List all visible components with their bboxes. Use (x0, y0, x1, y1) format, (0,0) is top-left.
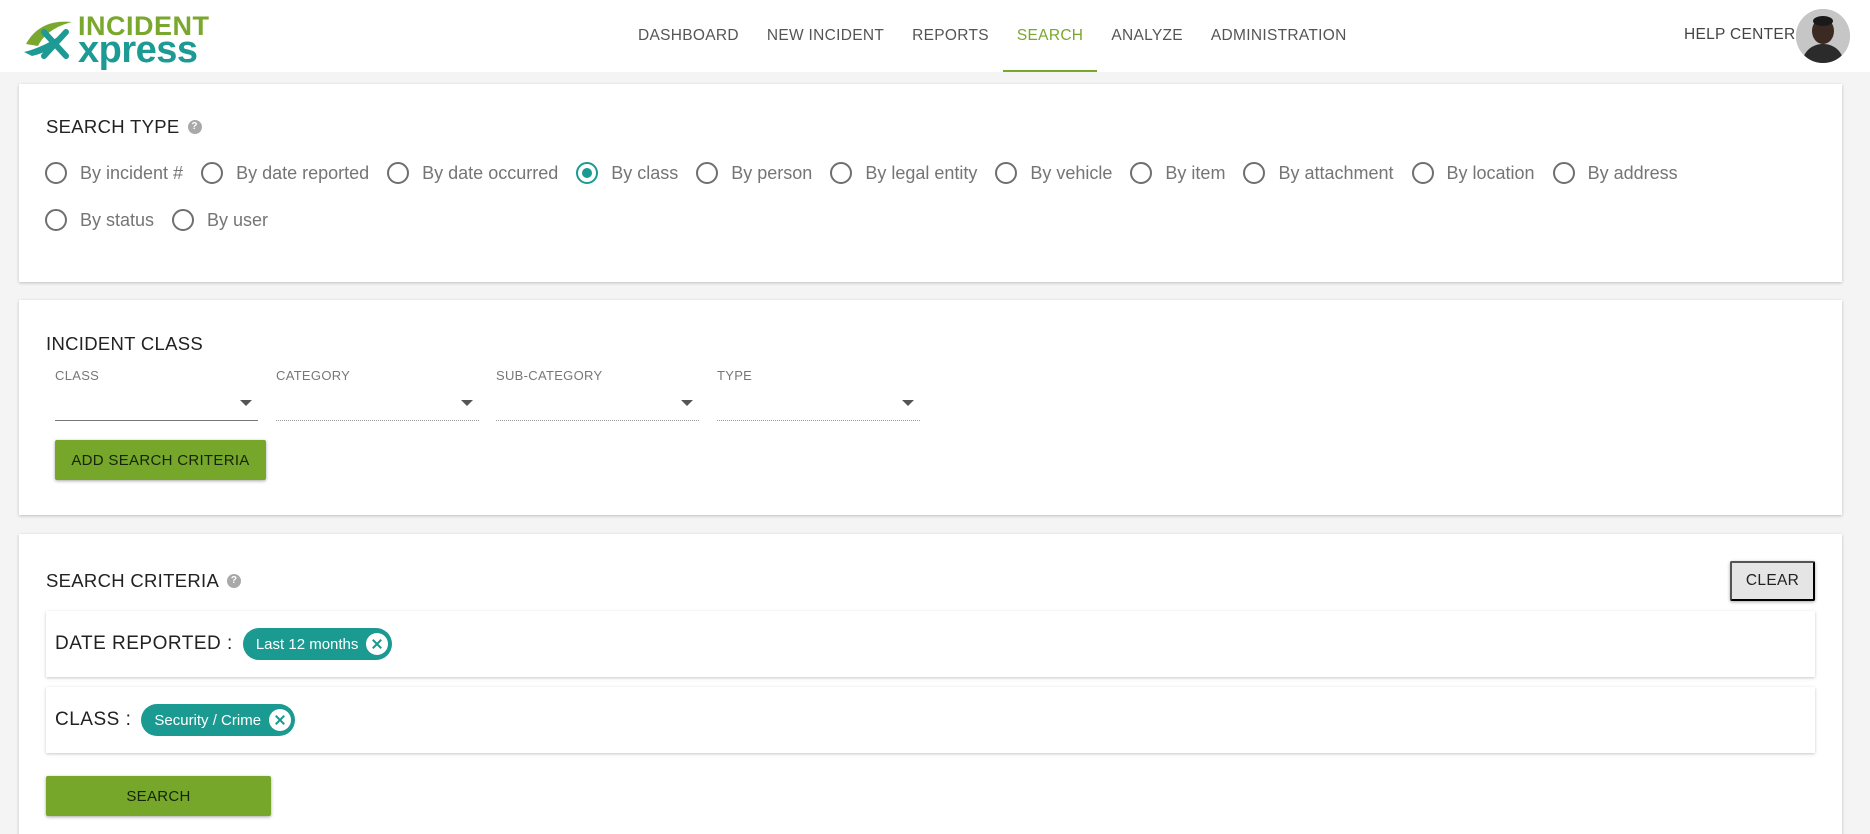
radio-by-item[interactable]: By item (1130, 162, 1225, 184)
criteria-chip: Last 12 months (242, 628, 393, 660)
radio-by-date-occurred[interactable]: By date occurred (387, 162, 558, 184)
search-type-options-row-2: By status By user (45, 209, 286, 231)
sub-category-select[interactable]: SUB-CATEGORY (496, 358, 699, 422)
sub-category-select-label: SUB-CATEGORY (496, 368, 603, 383)
radio-circle (1411, 162, 1434, 184)
radio-by-incident-number[interactable]: By incident # (45, 162, 183, 184)
logo-mark-icon (24, 21, 72, 59)
radio-circle-selected (576, 162, 599, 184)
radio-by-address[interactable]: By address (1552, 162, 1678, 184)
user-avatar-icon (1796, 9, 1850, 63)
radio-by-person[interactable]: By person (696, 162, 812, 184)
radio-circle (1130, 162, 1153, 184)
radio-by-status[interactable]: By status (45, 209, 154, 231)
radio-circle (45, 209, 67, 231)
radio-by-date-reported[interactable]: By date reported (201, 162, 369, 184)
clear-button[interactable]: CLEAR (1730, 561, 1815, 601)
radio-by-vehicle[interactable]: By vehicle (995, 162, 1112, 184)
radio-circle (387, 162, 410, 184)
search-criteria-title: SEARCH CRITERIA ? (46, 570, 242, 592)
incident-class-title: INCIDENT CLASS (46, 333, 204, 354)
dropdown-caret-icon (461, 400, 473, 406)
main-nav: DASHBOARD NEW INCIDENT REPORTS SEARCH AN… (624, 0, 1361, 72)
search-type-options-row-1: By incident # By date reported By date o… (45, 162, 1696, 184)
search-type-title: SEARCH TYPE ? (46, 116, 202, 138)
nav-administration[interactable]: ADMINISTRATION (1197, 0, 1361, 72)
radio-by-location[interactable]: By location (1411, 162, 1535, 184)
dropdown-caret-icon (902, 400, 914, 406)
criteria-label: DATE REPORTED : (55, 633, 233, 654)
nav-analyze[interactable]: ANALYZE (1097, 0, 1197, 72)
radio-circle (830, 162, 853, 184)
type-select[interactable]: TYPE (717, 358, 920, 422)
remove-chip-icon[interactable] (269, 709, 292, 731)
radio-circle (45, 162, 67, 184)
remove-chip-icon[interactable] (366, 633, 389, 655)
help-icon[interactable]: ? (187, 120, 202, 134)
help-center-link[interactable]: HELP CENTER (1684, 26, 1796, 44)
class-select[interactable]: CLASS (55, 358, 258, 422)
category-select[interactable]: CATEGORY (276, 358, 479, 422)
type-select-label: TYPE (717, 368, 753, 383)
radio-by-class[interactable]: By class (576, 162, 678, 184)
incident-xpress-logo[interactable]: INCIDENT xpress (22, 12, 209, 70)
nav-new-incident[interactable]: NEW INCIDENT (753, 0, 898, 72)
radio-by-attachment[interactable]: By attachment (1243, 162, 1394, 184)
search-criteria-panel: SEARCH CRITERIA ? (19, 534, 1842, 834)
nav-reports[interactable]: REPORTS (898, 0, 1003, 72)
nav-dashboard[interactable]: DASHBOARD (624, 0, 753, 72)
radio-circle (1552, 162, 1575, 184)
chip-label: Last 12 months (255, 635, 359, 653)
radio-circle (696, 162, 719, 184)
radio-circle (172, 209, 195, 231)
dropdown-caret-icon (681, 400, 693, 406)
add-search-criteria-button[interactable]: ADD SEARCH CRITERIA (55, 440, 266, 480)
chip-label: Security / Crime (154, 711, 262, 729)
radio-circle (995, 162, 1018, 184)
radio-by-legal-entity[interactable]: By legal entity (830, 162, 977, 184)
criteria-date-reported: DATE REPORTED : Last 12 months (46, 611, 1815, 677)
criteria-label: CLASS : (55, 709, 132, 730)
search-type-panel: SEARCH TYPE ? By incident # By date repo… (19, 84, 1842, 282)
criteria-class: CLASS : Security / Crime (46, 687, 1815, 753)
top-navigation-bar: INCIDENT xpress DASHBOARD NEW INCIDENT R… (0, 0, 1870, 72)
help-icon[interactable]: ? (227, 574, 242, 588)
dropdown-caret-icon (240, 400, 252, 406)
radio-by-user[interactable]: By user (172, 209, 268, 231)
nav-search[interactable]: SEARCH (1002, 0, 1098, 72)
category-select-label: CATEGORY (276, 368, 351, 383)
logo-text-xpress: xpress (78, 29, 198, 71)
search-button[interactable]: SEARCH (46, 776, 271, 816)
user-avatar[interactable] (1796, 9, 1850, 63)
criteria-chip: Security / Crime (141, 704, 296, 736)
radio-circle (201, 162, 224, 184)
radio-circle (1243, 162, 1266, 184)
class-select-label: CLASS (55, 368, 100, 383)
